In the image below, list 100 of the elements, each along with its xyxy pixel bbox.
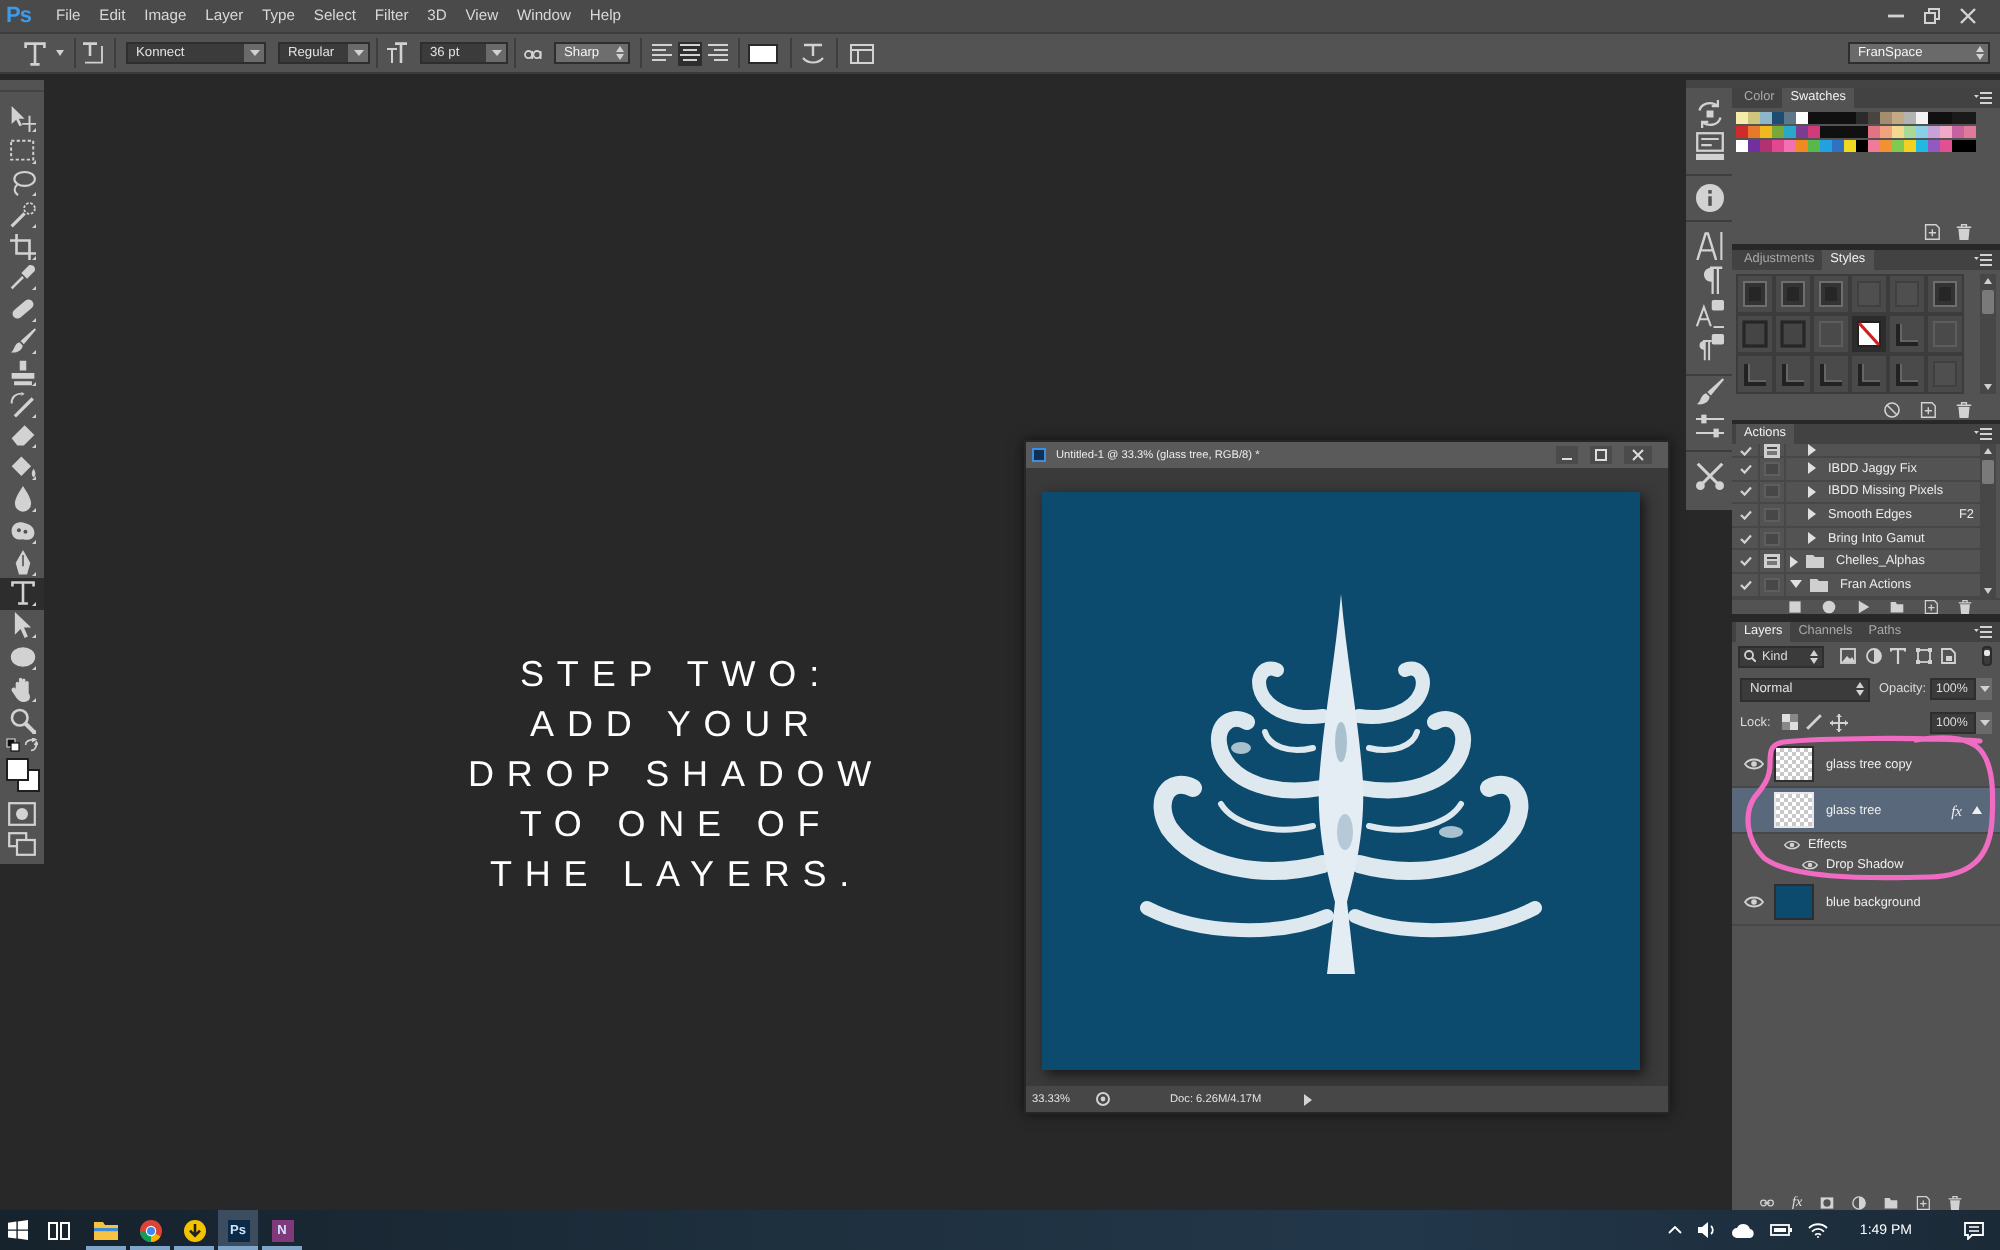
swatch-icon[interactable] xyxy=(1784,112,1796,124)
swatch-icon[interactable] xyxy=(1868,112,1880,124)
swatch-icon[interactable] xyxy=(1904,112,1916,124)
swatch-icon[interactable] xyxy=(1952,112,1964,124)
swatch-icon[interactable] xyxy=(1964,126,1976,138)
swap-colors-icon[interactable] xyxy=(24,737,38,752)
swatch-icon[interactable] xyxy=(1808,126,1820,138)
caret-icon[interactable] xyxy=(56,50,64,56)
swatch-icon[interactable] xyxy=(1940,140,1952,152)
swatch-icon[interactable] xyxy=(1940,126,1952,138)
swatch-icon[interactable] xyxy=(1880,112,1892,124)
style-thumbnail-icon[interactable] xyxy=(1850,274,1888,314)
swatch-icon[interactable] xyxy=(1916,112,1928,124)
swatch-icon[interactable] xyxy=(1928,140,1940,152)
swatch-icon[interactable] xyxy=(1784,126,1796,138)
swatch-icon[interactable] xyxy=(1856,126,1868,138)
dialog-toggle-icon[interactable] xyxy=(1764,554,1780,569)
no-entry-icon[interactable] xyxy=(1884,401,1900,417)
swatch-icon[interactable] xyxy=(1820,140,1832,152)
checkmark-icon[interactable] xyxy=(1739,486,1751,497)
style-thumbnail-icon[interactable] xyxy=(1888,274,1926,314)
trash-icon[interactable] xyxy=(1956,401,1972,417)
panel-menu-icon[interactable] xyxy=(1974,626,1992,638)
panel-menu-icon[interactable] xyxy=(1974,428,1992,440)
new-page-icon[interactable] xyxy=(1924,224,1940,240)
tool-button[interactable] xyxy=(0,577,44,610)
swatch-icon[interactable] xyxy=(1736,126,1748,138)
style-thumbnail-icon[interactable] xyxy=(1736,314,1774,354)
checkmark-icon[interactable] xyxy=(1739,556,1751,567)
task-view-icon[interactable] xyxy=(48,1221,70,1239)
checkmark-icon[interactable] xyxy=(1739,463,1751,474)
notification-icon[interactable] xyxy=(1964,1221,1984,1239)
brush-icon[interactable] xyxy=(1695,378,1723,406)
swatch-icon[interactable] xyxy=(1892,140,1904,152)
character-styles-icon[interactable] xyxy=(1695,300,1723,328)
new-page-icon[interactable] xyxy=(1916,1196,1931,1210)
style-thumbnail-icon[interactable] xyxy=(1888,354,1926,394)
swatch-icon[interactable] xyxy=(1940,112,1952,124)
panel-menu-icon[interactable] xyxy=(1974,92,1992,104)
swatch-icon[interactable] xyxy=(1892,126,1904,138)
filter-switch[interactable] xyxy=(1982,646,1992,666)
style-thumbnail-icon[interactable] xyxy=(1926,274,1964,314)
sliders-icon[interactable] xyxy=(1695,412,1723,440)
windows-logo-icon[interactable] xyxy=(8,1220,28,1240)
chevron-up-icon[interactable] xyxy=(1667,1226,1682,1234)
page-icon[interactable] xyxy=(1940,648,1956,664)
style-thumbnail-icon[interactable] xyxy=(1736,274,1774,314)
scroll-down-icon[interactable] xyxy=(1984,588,1992,594)
info-icon[interactable] xyxy=(1695,184,1723,212)
swatch-icon[interactable] xyxy=(1964,112,1976,124)
scissors-icon[interactable] xyxy=(1695,462,1723,490)
swatch-icon[interactable] xyxy=(1856,112,1868,124)
paragraph-styles-icon[interactable] xyxy=(1695,334,1723,362)
swatch-icon[interactable] xyxy=(1808,112,1820,124)
half-circle-icon[interactable] xyxy=(1865,648,1881,664)
scroll-down-icon[interactable] xyxy=(1984,384,1992,390)
eye-icon[interactable] xyxy=(1743,896,1763,908)
expand-triangle-icon[interactable] xyxy=(1808,532,1816,545)
trash-icon[interactable] xyxy=(1956,224,1972,240)
style-thumbnail-icon[interactable] xyxy=(1850,354,1888,394)
align-button[interactable] xyxy=(678,41,702,65)
style-thumbnail-icon[interactable] xyxy=(1812,354,1850,394)
expand-triangle-icon[interactable] xyxy=(1808,508,1816,521)
swatch-icon[interactable] xyxy=(1892,112,1904,124)
speaker-icon[interactable] xyxy=(1697,1222,1716,1238)
swatch-icon[interactable] xyxy=(1916,140,1928,152)
swatch-icon[interactable] xyxy=(1928,112,1940,124)
style-thumbnail-icon[interactable] xyxy=(1850,314,1888,354)
eye-icon[interactable] xyxy=(1784,839,1800,849)
swatch-icon[interactable] xyxy=(1736,140,1748,152)
default-colors-icon[interactable] xyxy=(6,737,20,752)
swatch-icon[interactable] xyxy=(1760,140,1772,152)
restore-icon[interactable] xyxy=(1924,8,1940,24)
expand-triangle-icon[interactable] xyxy=(1790,555,1798,568)
style-thumbnail-icon[interactable] xyxy=(1926,314,1964,354)
swatch-icon[interactable] xyxy=(1904,126,1916,138)
type-icon[interactable] xyxy=(1890,648,1906,664)
close-icon[interactable] xyxy=(1960,8,1976,24)
swatch-icon[interactable] xyxy=(1772,126,1784,138)
collapse-triangle-icon[interactable] xyxy=(1972,806,1982,814)
swatch-icon[interactable] xyxy=(1760,112,1772,124)
swatch-icon[interactable] xyxy=(1844,112,1856,124)
eye-icon[interactable] xyxy=(1802,859,1818,869)
scrollbar-thumb[interactable] xyxy=(1982,460,1994,484)
swatch-icon[interactable] xyxy=(1796,126,1808,138)
image-icon[interactable] xyxy=(1840,648,1856,664)
cloud-icon[interactable] xyxy=(1731,1223,1754,1237)
right-triangle-icon[interactable] xyxy=(1303,1093,1312,1105)
expand-triangle-icon[interactable] xyxy=(1808,462,1816,475)
swatch-icon[interactable] xyxy=(1736,112,1748,124)
style-thumbnail-icon[interactable] xyxy=(1774,314,1812,354)
text-orientation-icon[interactable] xyxy=(82,42,104,64)
play-icon[interactable] xyxy=(1856,600,1870,614)
brush-stroke-icon[interactable] xyxy=(1806,714,1823,730)
maximize-icon[interactable] xyxy=(1590,446,1612,464)
dropdown-arrow-button[interactable] xyxy=(1976,678,1992,700)
warp-text-icon[interactable] xyxy=(802,42,824,64)
status-circle-icon[interactable] xyxy=(1096,1092,1110,1106)
stop-icon[interactable] xyxy=(1788,600,1802,614)
swatch-icon[interactable] xyxy=(1748,112,1760,124)
